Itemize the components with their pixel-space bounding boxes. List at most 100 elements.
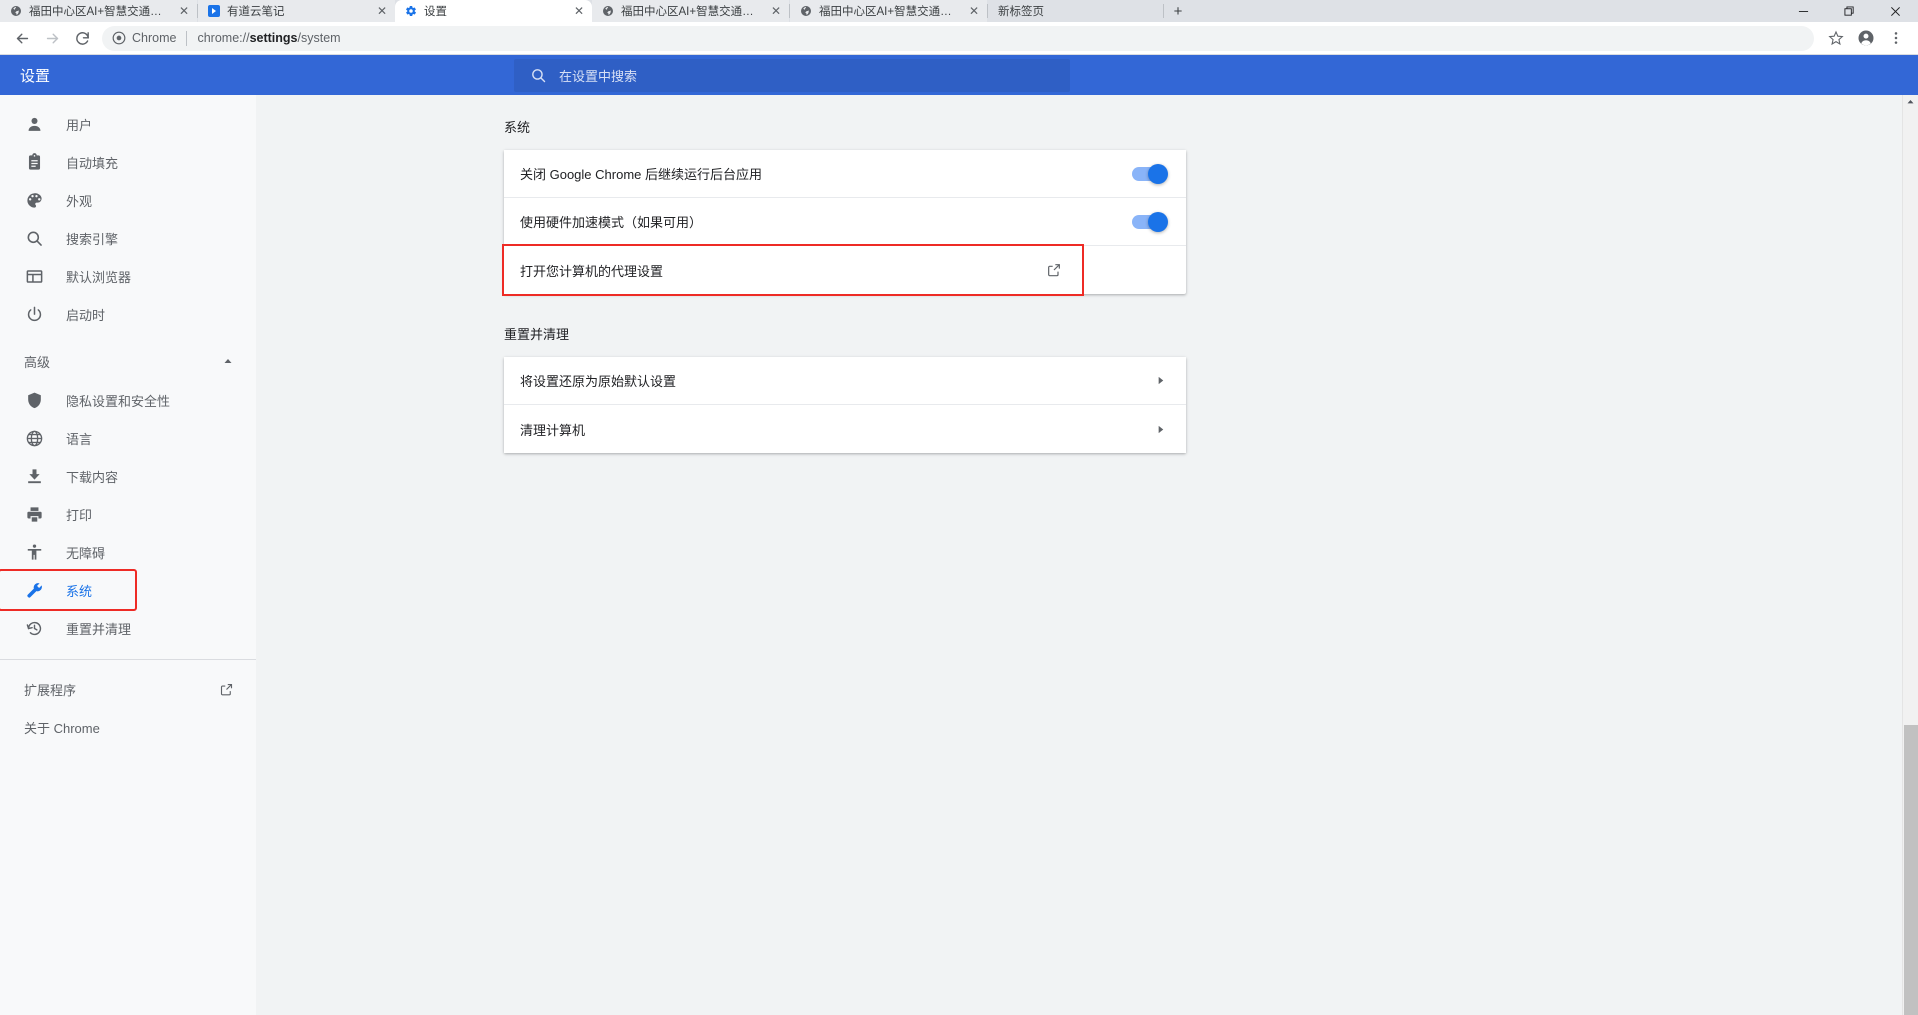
tab-close-button[interactable]: ✕ [572,4,586,18]
reset-cleanup-card: 将设置还原为原始默认设置 清理计算机 [504,357,1186,453]
sidebar-item-search-engine[interactable]: 搜索引擎 [0,219,256,257]
address-bar[interactable]: Chrome chrome://settings/system [102,25,1814,51]
settings-page: 用户 自动填充 外观 搜索引擎 默认浏览器 启动时 高级 隐私设置和安全性 语言… [0,95,1918,1015]
sidebar-item-label: 搜索引擎 [66,231,119,247]
three-dots-icon[interactable] [1882,24,1910,52]
setting-label: 使用硬件加速模式（如果可用） [520,215,703,230]
sidebar-item-extensions[interactable]: 扩展程序 [0,670,256,708]
download-icon [24,466,44,486]
settings-sidebar: 用户 自动填充 外观 搜索引擎 默认浏览器 启动时 高级 隐私设置和安全性 语言… [0,95,256,1015]
youdao-icon [208,5,220,17]
browser-tab-2[interactable]: 有道云笔记 ✕ [198,0,395,22]
sidebar-item-label: 重置并清理 [66,621,132,637]
tab-title: 福田中心区AI+智慧交通大脑 [621,6,762,18]
globe-icon [10,5,22,17]
page-title: 设置 [20,67,51,85]
wrench-icon [24,580,44,600]
restore-icon [24,618,44,638]
sidebar-item-label: 语言 [66,431,93,447]
close-button[interactable] [1872,0,1918,22]
background-apps-toggle[interactable] [1132,163,1168,184]
sidebar-item-people[interactable]: 用户 [0,105,256,143]
chevron-right-icon[interactable] [1155,375,1166,386]
vertical-scrollbar[interactable] [1902,95,1918,1015]
chrome-badge: Chrome [112,31,176,45]
sidebar-item-downloads[interactable]: 下载内容 [0,457,256,495]
chevron-right-icon[interactable] [1155,424,1166,435]
setting-row-clean-computer[interactable]: 清理计算机 [504,405,1186,453]
sidebar-divider [0,659,256,660]
settings-header: 设置 在设置中搜索 [0,55,1918,95]
sidebar-item-label: 无障碍 [66,545,106,561]
minimize-button[interactable] [1780,0,1826,22]
setting-row-hardware-acceleration[interactable]: 使用硬件加速模式（如果可用） [504,198,1186,246]
sidebar-item-label: 外观 [66,193,93,209]
sidebar-item-system[interactable]: 系统 [0,569,137,611]
omnibox-divider [186,30,188,46]
palette-icon [24,190,44,210]
chrome-badge-label: Chrome [132,31,177,45]
browser-tab-6[interactable]: 新标签页 [988,0,1163,22]
new-tab-button[interactable]: + [1164,0,1192,22]
search-input[interactable]: 在设置中搜索 [514,58,1070,92]
setting-row-proxy-settings[interactable]: 打开您计算机的代理设置 [502,244,1084,296]
forward-button[interactable] [38,24,66,52]
tab-close-button[interactable]: ✕ [769,4,783,18]
tab-close-button[interactable]: ✕ [967,4,981,18]
browser-tab-1[interactable]: 福田中心区AI+智慧交通大脑 ✕ [0,0,197,22]
sidebar-item-printing[interactable]: 打印 [0,495,256,533]
avatar[interactable] [1852,24,1880,52]
tab-title: 新标签页 [998,6,1044,18]
globe-icon [800,5,812,17]
browser-tab-5[interactable]: 福田中心区AI+智慧交通大脑 ✕ [790,0,987,22]
sidebar-item-label: 用户 [66,117,93,133]
accessibility-icon [24,542,44,562]
url-suffix: /system [297,31,341,45]
power-icon [24,304,44,324]
tab-close-button[interactable]: ✕ [375,4,389,18]
setting-row-restore-defaults[interactable]: 将设置还原为原始默认设置 [504,357,1186,405]
sidebar-item-languages[interactable]: 语言 [0,419,256,457]
chevron-up-icon[interactable] [222,355,234,367]
globe-icon [24,428,44,448]
reload-button[interactable] [68,24,96,52]
sidebar-item-label: 隐私设置和安全性 [66,393,171,409]
sidebar-item-on-startup[interactable]: 启动时 [0,295,256,333]
external-link-icon[interactable] [219,682,234,697]
sidebar-item-autofill[interactable]: 自动填充 [0,143,256,181]
external-link-icon[interactable] [1046,262,1062,278]
back-button[interactable] [8,24,36,52]
star-icon[interactable] [1822,24,1850,52]
globe-icon [602,5,614,17]
sidebar-group-advanced[interactable]: 高级 [0,341,256,381]
window-controls [1780,0,1918,22]
sidebar-item-accessibility[interactable]: 无障碍 [0,533,256,571]
sidebar-item-appearance[interactable]: 外观 [0,181,256,219]
search-placeholder: 在设置中搜索 [559,68,638,84]
tab-title: 福田中心区AI+智慧交通大脑 [29,6,170,18]
browser-toolbar: Chrome chrome://settings/system [0,22,1918,55]
search-icon [530,67,547,84]
section-title-reset-cleanup: 重置并清理 [504,327,570,342]
gear-icon [405,5,417,17]
browser-tab-3-active[interactable]: 设置 ✕ [395,0,592,22]
sidebar-item-reset-cleanup[interactable]: 重置并清理 [0,609,256,647]
scroll-up-arrow-icon[interactable] [1906,97,1916,107]
sidebar-item-privacy-security[interactable]: 隐私设置和安全性 [0,381,256,419]
clipboard-icon [24,152,44,172]
tab-close-button[interactable]: ✕ [177,4,191,18]
setting-row-background-apps[interactable]: 关闭 Google Chrome 后继续运行后台应用 [504,150,1186,198]
scrollbar-thumb[interactable] [1904,725,1918,1015]
sidebar-item-label: 关于 Chrome [24,720,100,736]
toggle-knob [1148,211,1168,232]
sidebar-item-label: 启动时 [66,307,106,323]
hardware-acceleration-toggle[interactable] [1132,211,1168,232]
sidebar-item-about-chrome[interactable]: 关于 Chrome [0,708,256,746]
sidebar-item-default-browser[interactable]: 默认浏览器 [0,257,256,295]
url-text: chrome://settings/system [197,31,340,45]
sidebar-item-label: 打印 [66,507,93,523]
section-title-system: 系统 [504,120,531,135]
sidebar-item-label: 默认浏览器 [66,269,132,285]
browser-tab-4[interactable]: 福田中心区AI+智慧交通大脑 ✕ [592,0,789,22]
maximize-restore-button[interactable] [1826,0,1872,22]
